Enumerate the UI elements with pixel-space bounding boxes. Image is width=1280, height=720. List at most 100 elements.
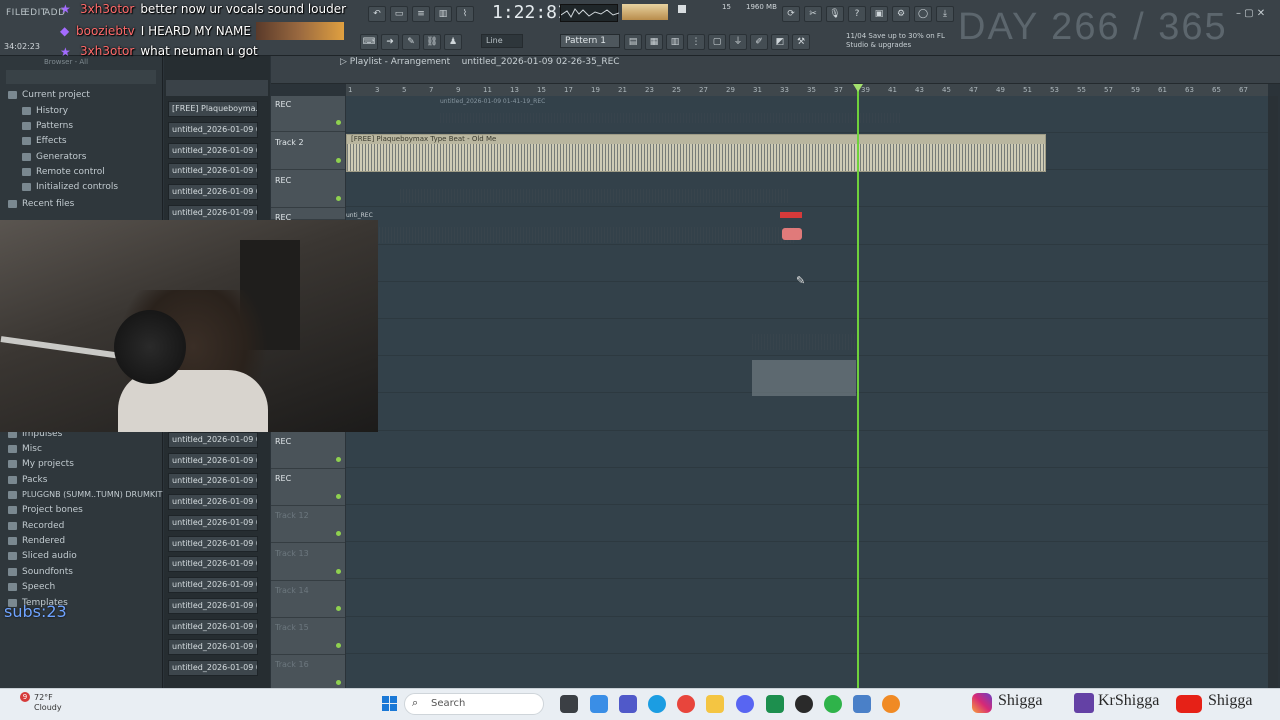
mixer-icon[interactable]: ⌇ xyxy=(456,6,474,22)
browser-rendered[interactable]: Rendered xyxy=(8,536,65,551)
mic-icon[interactable]: 🎙 xyxy=(826,6,844,22)
clip-item[interactable]: untitled_2026-01-09 01-... xyxy=(168,473,258,489)
brush-icon[interactable]: ✐ xyxy=(750,34,768,50)
wrench-icon[interactable]: ⚒ xyxy=(792,34,810,50)
clip-item[interactable]: untitled_2026-01-09 01-... xyxy=(168,515,258,531)
clip-item[interactable]: untitled_2026-01-09 01-... xyxy=(168,598,258,614)
track-led[interactable] xyxy=(336,196,341,201)
audio-clip-vocals[interactable] xyxy=(400,175,790,209)
track-header[interactable]: Track 2 xyxy=(271,134,345,170)
playlist-lane[interactable] xyxy=(346,617,1268,654)
piano-roll-icon[interactable]: ▥ xyxy=(666,34,684,50)
track-led[interactable] xyxy=(336,680,341,685)
playhead-marker-icon[interactable] xyxy=(853,84,863,92)
track-header[interactable]: Track 14 xyxy=(271,582,345,618)
clip-item[interactable]: untitled_2026-01-09 01-... xyxy=(168,122,258,138)
track-led[interactable] xyxy=(336,606,341,611)
playlist-title[interactable]: ▷ Playlist - Arrangement untitled_2026-0… xyxy=(340,57,620,67)
app-icon[interactable] xyxy=(766,695,784,713)
save-icon[interactable]: ▣ xyxy=(870,6,888,22)
browser-patterns[interactable]: Patterns xyxy=(22,121,73,136)
keyboard-icon[interactable]: ⌨ xyxy=(360,34,378,50)
clip-item[interactable]: untitled_2026-01-09 01-... xyxy=(168,163,258,179)
browser-soundfonts[interactable]: Soundfonts xyxy=(8,567,73,582)
audio-waveform[interactable] xyxy=(752,334,856,350)
browser-initialized-controls[interactable]: Initialized controls xyxy=(22,182,118,197)
playlist-lane[interactable] xyxy=(346,654,1268,691)
snap-select[interactable]: Line xyxy=(481,34,523,48)
playhead[interactable] xyxy=(857,84,859,688)
audio-clip-vocals-2[interactable]: unti_REC xyxy=(346,212,796,246)
playlist-lane[interactable] xyxy=(346,245,1268,282)
playlist-icon[interactable]: ▭ xyxy=(390,6,408,22)
track-header[interactable]: Track 16 xyxy=(271,656,345,692)
download-icon[interactable]: ⤓ xyxy=(936,6,954,22)
clip-item[interactable]: untitled_2026-01-09 01-... xyxy=(168,536,258,552)
mixer-window-icon[interactable]: ⋮ xyxy=(687,34,705,50)
window-controls[interactable]: – ▢ ✕ xyxy=(1236,8,1265,19)
playlist-lane[interactable] xyxy=(346,580,1268,617)
obs-icon[interactable] xyxy=(795,695,813,713)
playlist-lane[interactable] xyxy=(346,505,1268,543)
browser-remote-control[interactable]: Remote control xyxy=(22,167,105,182)
plug-icon[interactable]: ⏚ xyxy=(729,34,747,50)
empty-clip[interactable] xyxy=(752,360,856,396)
chrome-profile-icon[interactable] xyxy=(824,695,842,713)
selected-audio-chunk[interactable] xyxy=(782,228,802,240)
playlist-lane[interactable] xyxy=(346,394,1268,431)
arrow-icon[interactable]: ➜ xyxy=(381,34,399,50)
audio-clip-rec[interactable]: untitled_2026-01-09 01-41-19_REC xyxy=(440,98,900,132)
browser-speech[interactable]: Speech xyxy=(8,582,55,597)
chat-icon[interactable]: ◯ xyxy=(914,6,932,22)
step-icon[interactable]: ≡ xyxy=(412,6,430,22)
clip-item[interactable]: untitled_2026-01-09 01-... xyxy=(168,205,258,221)
browser-sliced-audio[interactable]: Sliced audio xyxy=(8,551,77,566)
track-led[interactable] xyxy=(336,494,341,499)
clip-item[interactable]: untitled_2026-01-09 01-... xyxy=(168,639,258,655)
track-led[interactable] xyxy=(336,457,341,462)
browser-history[interactable]: History xyxy=(22,106,68,121)
app-icon-2[interactable] xyxy=(853,695,871,713)
track-led[interactable] xyxy=(336,158,341,163)
discord-icon[interactable] xyxy=(736,695,754,713)
browser-generators[interactable]: Generators xyxy=(22,152,86,167)
track-led[interactable] xyxy=(336,120,341,125)
teams-icon[interactable] xyxy=(619,695,637,713)
browser-misc[interactable]: Misc xyxy=(8,444,42,459)
clip-item[interactable]: untitled_2026-01-09 01-... xyxy=(168,143,258,159)
help-icon[interactable]: ? xyxy=(848,6,866,22)
taskbar-search[interactable]: Search xyxy=(404,693,544,715)
fl-studio-icon[interactable] xyxy=(882,695,900,713)
playlist-lane[interactable] xyxy=(346,468,1268,505)
windows-start-icon[interactable] xyxy=(382,696,398,712)
track-header[interactable]: REC xyxy=(271,470,345,506)
clip-item[interactable]: [FREE] Plaqueboyma... xyxy=(168,101,258,117)
browser-effects[interactable]: Effects xyxy=(22,136,67,151)
browser-recent-files[interactable]: Recent files xyxy=(8,199,74,214)
piano-icon[interactable]: ▥ xyxy=(434,6,452,22)
channel-rack-icon[interactable]: ▦ xyxy=(645,34,663,50)
playlist-lane[interactable] xyxy=(346,542,1268,580)
track-header[interactable]: REC xyxy=(271,209,345,222)
track-led[interactable] xyxy=(336,531,341,536)
plugin-icon[interactable]: ⚙ xyxy=(892,6,910,22)
timeline-ruler[interactable]: 1 3 5 7 9 11 13 15 17 19 21 23 25 27 29 31 33 35 37 39 41 43 4… xyxy=(346,84,1268,96)
clip-item[interactable]: untitled_2026-01-09 01-... xyxy=(168,619,258,635)
track-led[interactable] xyxy=(336,569,341,574)
pencil-icon[interactable]: ✎ xyxy=(402,34,420,50)
track-header[interactable]: REC xyxy=(271,172,345,208)
browser-window-icon[interactable]: ▢ xyxy=(708,34,726,50)
vertical-scrollbar[interactable] xyxy=(1268,96,1278,688)
edge-icon[interactable] xyxy=(648,695,666,713)
clip-item[interactable]: untitled_2026-01-09 01-... xyxy=(168,453,258,469)
selected-clip-marker[interactable] xyxy=(780,212,802,218)
clip-item[interactable]: untitled_2026-01-09 01-... xyxy=(168,432,258,448)
browser-current-project[interactable]: Current project xyxy=(8,90,90,105)
weather-widget[interactable]: 72°F Cloudy xyxy=(34,693,62,713)
track-header[interactable]: Track 15 xyxy=(271,619,345,655)
pattern-select[interactable]: Pattern 1 xyxy=(560,34,620,48)
file-explorer-icon[interactable] xyxy=(706,695,724,713)
clip-item[interactable]: untitled_2026-01-09 01-... xyxy=(168,494,258,510)
track-header[interactable]: Track 12 xyxy=(271,507,345,543)
clip-item[interactable]: untitled_2026-01-09 01-... xyxy=(168,184,258,200)
